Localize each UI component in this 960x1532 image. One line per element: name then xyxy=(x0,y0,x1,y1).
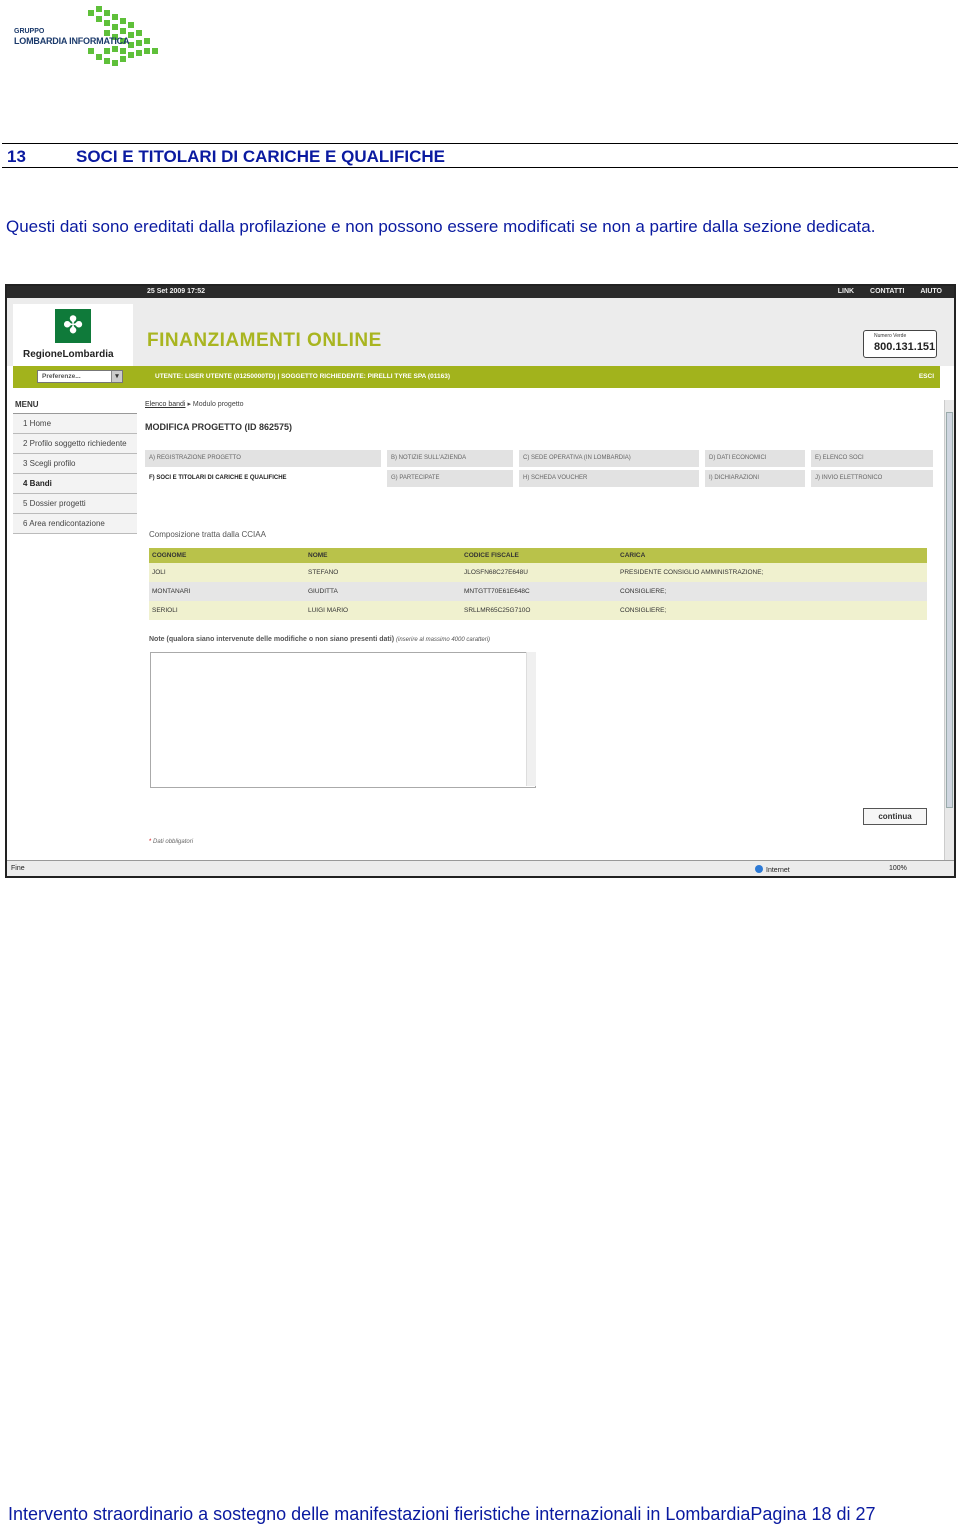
app-title: FINANZIAMENTI ONLINE xyxy=(147,330,382,351)
page-scrollbar[interactable] xyxy=(944,400,954,860)
column-header-codice-fiscale: CODICE FISCALE xyxy=(461,548,617,563)
breadcrumb-current: Modulo progetto xyxy=(192,401,244,408)
date-time: 25 Set 2009 17:52 xyxy=(147,288,205,295)
table-row: SERIOLI LUIGI MARIO SRLLMR65C25G710O CON… xyxy=(149,601,927,620)
logout-link[interactable]: ESCI xyxy=(919,373,934,380)
cell-nome: GIUDITTA xyxy=(305,582,461,601)
help-link[interactable]: AIUTO xyxy=(920,288,942,295)
menu-title: MENU xyxy=(13,396,137,414)
preferences-select[interactable]: Preferenze... ▾ xyxy=(37,370,123,383)
cell-codice-fiscale: JLOSFN68C27E648U xyxy=(461,563,617,582)
preferences-value: Preferenze... xyxy=(42,373,81,380)
sidebar-item-reporting[interactable]: 6 Area rendicontazione xyxy=(13,514,137,534)
table-header-row: COGNOME NOME CODICE FISCALE CARICA xyxy=(149,548,927,563)
sidebar-item-choose-profile[interactable]: 3 Scegli profilo xyxy=(13,454,137,474)
tab-invio-elettronico[interactable]: J) INVIO ELETTRONICO xyxy=(811,470,933,487)
cell-cognome: JOLI xyxy=(149,563,305,582)
sidebar-item-calls[interactable]: 4 Bandi xyxy=(13,474,137,494)
sidebar-item-profile[interactable]: 2 Profilo soggetto richiedente xyxy=(13,434,137,454)
application-screenshot: 25 Set 2009 17:52 LINK CONTATTI AIUTO ✤ … xyxy=(5,284,956,878)
rosa-camuna-icon: ✤ xyxy=(55,309,91,343)
page-footer: Intervento straordinario a sostegno dell… xyxy=(8,1504,876,1524)
continue-button[interactable]: continua xyxy=(863,808,927,825)
security-zone: Internet xyxy=(755,865,790,874)
toll-free-label: Numero Verde xyxy=(874,333,907,339)
user-info: UTENTE: LISER UTENTE (01250000TD) | SOGG… xyxy=(155,373,450,380)
tab-dichiarazioni[interactable]: I) DICHIARAZIONI xyxy=(705,470,805,487)
globe-icon xyxy=(755,865,763,873)
cell-cognome: SERIOLI xyxy=(149,601,305,620)
required-asterisk: * xyxy=(149,839,152,845)
tab-notizie[interactable]: B) NOTIZIE SULL'AZIENDA xyxy=(387,450,513,467)
tab-registrazione[interactable]: A) REGISTRAZIONE PROGETTO xyxy=(145,450,381,467)
cell-cognome: MONTANARI xyxy=(149,582,305,601)
table-row: MONTANARI GIUDITTA MNTGTT70E61E648C CONS… xyxy=(149,582,927,601)
sidebar-item-home[interactable]: 1 Home xyxy=(13,414,137,434)
zoom-control[interactable]: 100% xyxy=(889,865,907,872)
toll-free-number: Numero Verde 800.131.151 xyxy=(863,330,937,358)
column-header-nome: NOME xyxy=(305,548,461,563)
notes-label: Note (qualora siano intervenute delle mo… xyxy=(149,636,490,643)
cell-carica: CONSIGLIERE; xyxy=(617,582,927,601)
tab-scheda-voucher[interactable]: H) SCHEDA VOUCHER xyxy=(519,470,699,487)
scrollbar-thumb[interactable] xyxy=(946,412,953,808)
section-heading: 13 SOCI E TITOLARI DI CARICHE E QUALIFIC… xyxy=(2,143,958,168)
cell-codice-fiscale: SRLLMR65C25G710O xyxy=(461,601,617,620)
table-caption: Composizione tratta dalla CCIAA xyxy=(149,530,266,539)
required-fields-note: * Dati obbligatori xyxy=(149,839,193,845)
top-bar: 25 Set 2009 17:52 LINK CONTATTI AIUTO xyxy=(7,286,954,298)
tab-elenco-soci[interactable]: E) ELENCO SOCI xyxy=(811,450,933,467)
cell-carica: PRESIDENTE CONSIGLIO AMMINISTRAZIONE; xyxy=(617,563,927,582)
lombardia-informatica-logo: GRUPPO LOMBARDIA INFORMATICA xyxy=(8,4,160,70)
main-content: Elenco bandi ▸ Modulo progetto MODIFICA … xyxy=(145,396,941,845)
required-note-text: Dati obbligatori xyxy=(153,839,194,845)
breadcrumb: Elenco bandi ▸ Modulo progetto xyxy=(145,396,941,408)
tab-soci-titolari[interactable]: F) SOCI E TITOLARI DI CARICHE E QUALIFIC… xyxy=(145,470,381,487)
link-link[interactable]: LINK xyxy=(838,288,854,295)
intro-paragraph: Questi dati sono ereditati dalla profila… xyxy=(6,217,876,236)
chevron-down-icon: ▾ xyxy=(111,371,122,382)
tab-dati-economici[interactable]: D) DATI ECONOMICI xyxy=(705,450,805,467)
brand-name: RegioneLombardia xyxy=(23,349,114,360)
tab-sede[interactable]: C) SEDE OPERATIVA (IN LOMBARDIA) xyxy=(519,450,699,467)
top-links: LINK CONTATTI AIUTO xyxy=(824,288,942,295)
section-number: 13 xyxy=(7,147,26,166)
toll-free-value: 800.131.151 xyxy=(874,341,936,353)
contacts-link[interactable]: CONTATTI xyxy=(870,288,904,295)
logo-company-name: LOMBARDIA INFORMATICA xyxy=(14,36,130,46)
header: ✤ RegioneLombardia FINANZIAMENTI ONLINE … xyxy=(7,298,954,366)
cell-nome: LUIGI MARIO xyxy=(305,601,461,620)
logo-group-label: GRUPPO xyxy=(14,28,45,35)
column-header-carica: CARICA xyxy=(617,548,927,563)
notes-hint: (inserire al massimo 4000 caratteri) xyxy=(396,637,491,643)
notes-textarea[interactable] xyxy=(150,652,536,788)
browser-status-bar: Fine Internet 100% xyxy=(7,860,954,876)
user-bar: Preferenze... ▾ UTENTE: LISER UTENTE (01… xyxy=(13,366,940,388)
breadcrumb-calls-link[interactable]: Elenco bandi xyxy=(145,401,185,408)
section-title: SOCI E TITOLARI DI CARICHE E QUALIFICHE xyxy=(76,147,445,166)
column-header-cognome: COGNOME xyxy=(149,548,305,563)
cell-nome: STEFANO xyxy=(305,563,461,582)
cell-codice-fiscale: MNTGTT70E61E648C xyxy=(461,582,617,601)
cell-carica: CONSIGLIERE; xyxy=(617,601,927,620)
zone-label: Internet xyxy=(766,867,790,874)
tab-partecipate[interactable]: G) PARTECIPATE xyxy=(387,470,513,487)
sidebar-menu: MENU 1 Home 2 Profilo soggetto richieden… xyxy=(13,396,137,534)
table-row: JOLI STEFANO JLOSFN68C27E648U PRESIDENTE… xyxy=(149,563,927,582)
notes-label-text: Note (qualora siano intervenute delle mo… xyxy=(149,636,395,643)
regione-lombardia-logo[interactable]: ✤ RegioneLombardia xyxy=(13,304,133,366)
sidebar-item-dossier[interactable]: 5 Dossier progetti xyxy=(13,494,137,514)
page-title: MODIFICA PROGETTO (ID 862575) xyxy=(145,422,293,432)
partners-table: COGNOME NOME CODICE FISCALE CARICA JOLI … xyxy=(149,548,927,620)
status-text: Fine xyxy=(11,865,25,872)
